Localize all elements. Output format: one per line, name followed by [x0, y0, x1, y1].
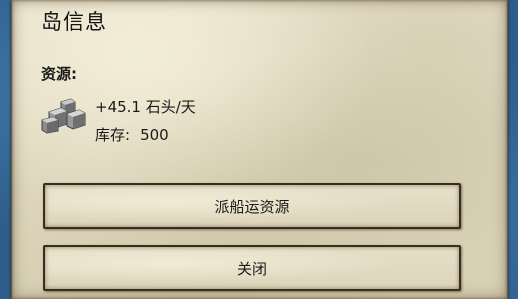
dispatch-ship-button[interactable]: 派船运资源: [43, 183, 461, 229]
resources-label: 资源:: [41, 65, 77, 83]
stock-label: 库存:: [95, 126, 131, 144]
dispatch-ship-button-label: 派船运资源: [214, 197, 290, 216]
resource-rate: +45.1 石头/天: [95, 98, 196, 116]
stock-row: 库存: 500: [95, 125, 169, 145]
close-button[interactable]: 关闭: [43, 245, 461, 291]
close-button-label: 关闭: [236, 259, 267, 278]
panel-title: 岛信息: [41, 10, 107, 34]
stone-icon: [41, 98, 86, 134]
stock-value: 500: [140, 126, 169, 144]
